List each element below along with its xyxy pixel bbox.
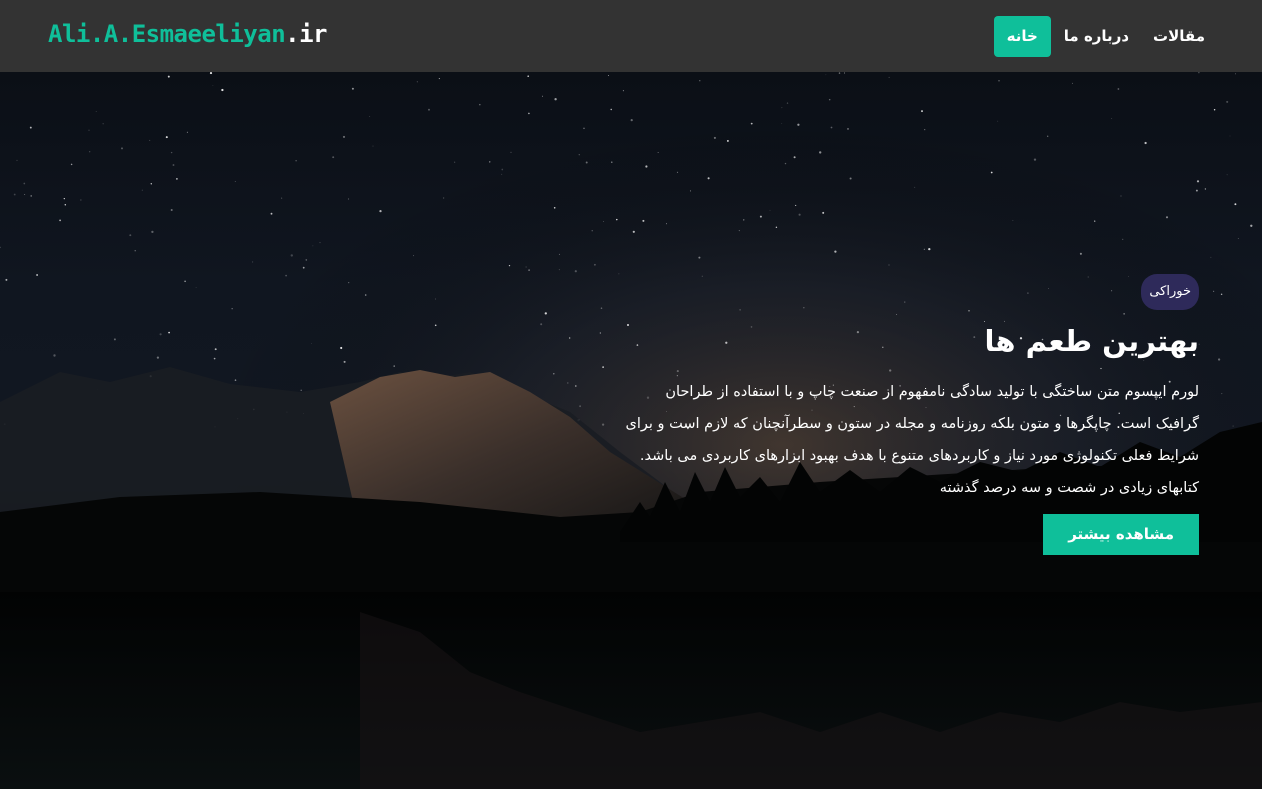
- logo-tld-text: .ir: [285, 20, 327, 48]
- hero-title: بهترین طعم ها: [984, 324, 1199, 358]
- hero-description: لورم ایپسوم متن ساختگی با تولید سادگی نا…: [625, 384, 1200, 496]
- navbar: Ali.A.Esmaeeliyan.ir خانه درباره ما مقال…: [0, 0, 1262, 72]
- site-logo[interactable]: Ali.A.Esmaeeliyan.ir: [48, 17, 327, 51]
- logo-main-text: Ali.A.Esmaeeliyan: [48, 20, 286, 48]
- category-badge[interactable]: خوراکی: [1141, 274, 1199, 310]
- main-nav: خانه درباره ما مقالات: [992, 16, 1216, 57]
- nav-item-home[interactable]: خانه: [993, 16, 1051, 57]
- view-more-button[interactable]: مشاهده بیشتر: [1043, 514, 1199, 555]
- nav-item-articles[interactable]: مقالات: [1142, 16, 1216, 57]
- hero-section: خوراکی بهترین طعم ها لورم ایپسوم متن ساخ…: [0, 72, 1262, 789]
- hero-content: خوراکی بهترین طعم ها لورم ایپسوم متن ساخ…: [624, 274, 1199, 555]
- nav-item-about[interactable]: درباره ما: [1053, 16, 1140, 57]
